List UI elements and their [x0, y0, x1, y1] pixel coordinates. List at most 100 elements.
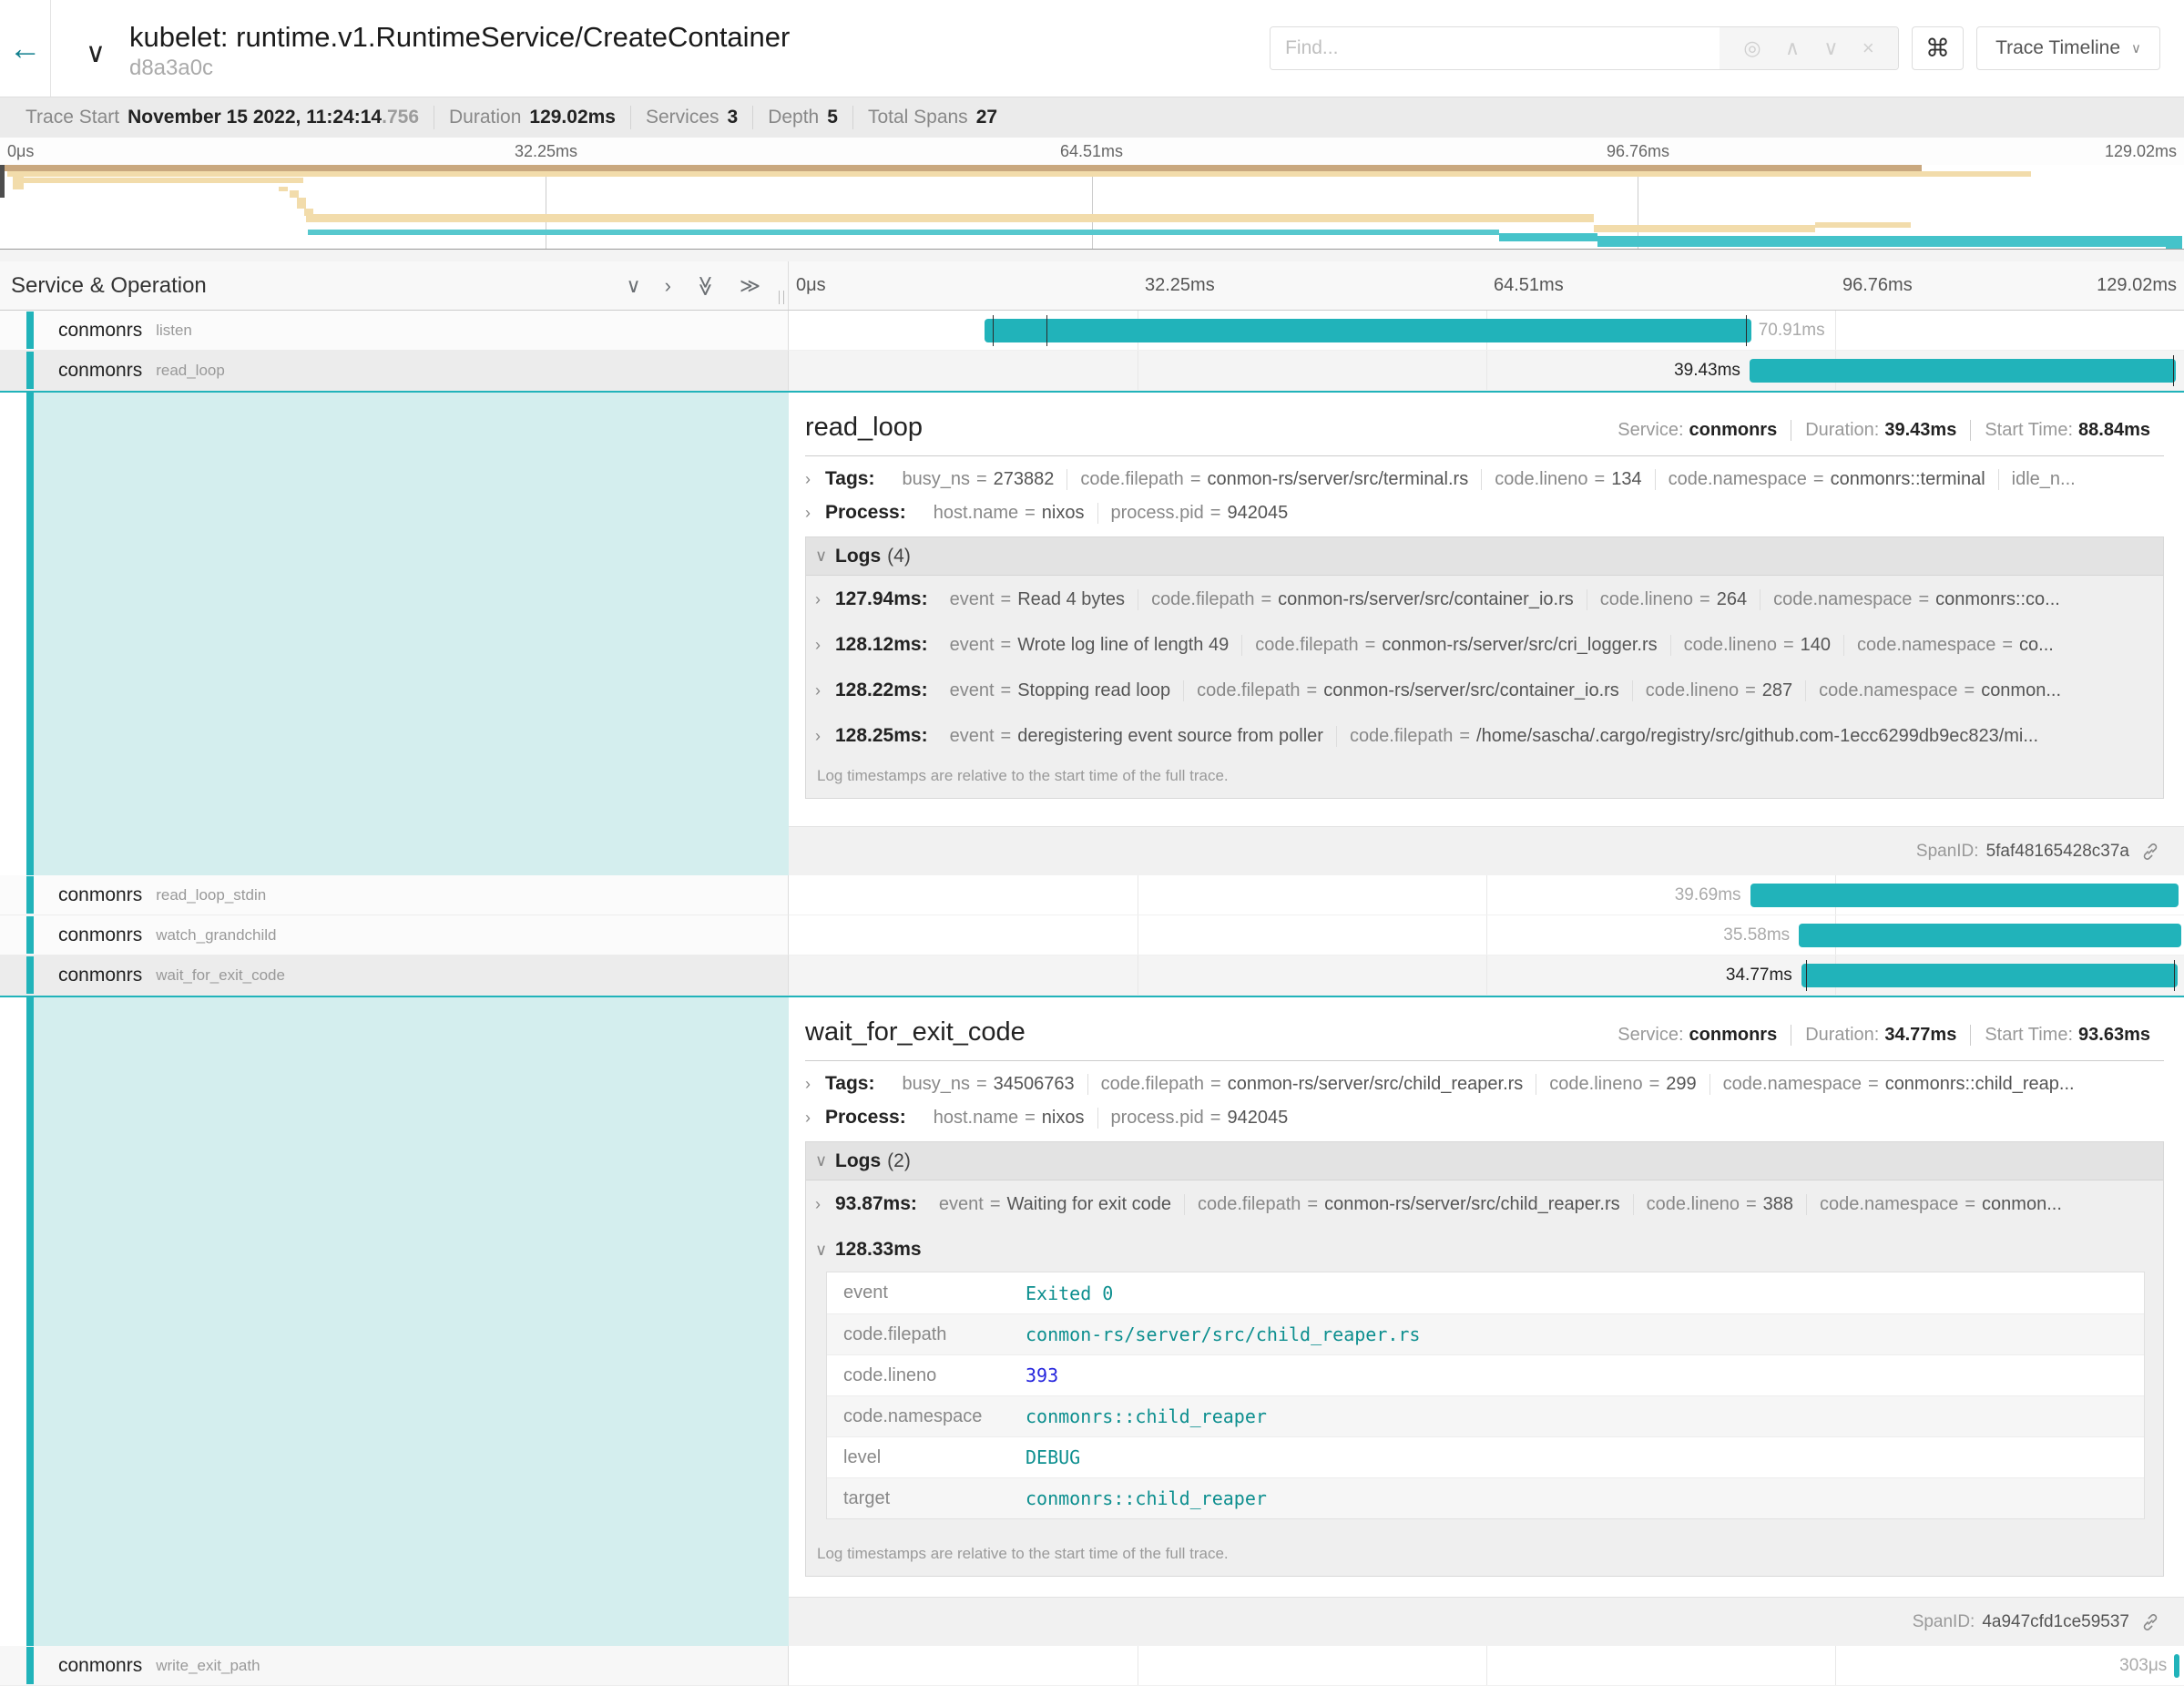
log-entry[interactable]: › 128.12ms: event=Wrote log line of leng…	[806, 621, 2163, 667]
table-row: event Exited 0	[827, 1272, 2144, 1313]
table-row: level DEBUG	[827, 1436, 2144, 1477]
detail-service: Service:conmonrs	[1604, 1025, 1791, 1046]
column-resize-handle[interactable]	[779, 291, 784, 304]
find-input[interactable]	[1271, 27, 1720, 69]
span-bar[interactable]	[1799, 924, 2181, 947]
log-entry-expanded[interactable]: ∨ 128.33ms	[806, 1226, 2163, 1262]
span-row-watch-grandchild[interactable]: conmonrs watch_grandchild 35.58ms	[0, 915, 2184, 955]
span-detail-indent-panel	[0, 393, 789, 875]
link-icon[interactable]	[2140, 1612, 2160, 1632]
span-row-wait-for-exit-code[interactable]: conmonrs wait_for_exit_code 34.77ms	[0, 955, 2184, 996]
back-arrow-icon[interactable]: ←	[9, 29, 42, 67]
chevron-right-icon: ›	[805, 470, 825, 489]
tick-label: 32.25ms	[515, 142, 577, 161]
collapse-all-icon[interactable]: ≫	[693, 275, 717, 296]
span-operation: write_exit_path	[156, 1657, 260, 1675]
span-row-read-loop-stdin[interactable]: conmonrs read_loop_stdin 39.69ms	[0, 875, 2184, 915]
span-id-row: SpanID:4a947cfd1ce59537	[789, 1597, 2184, 1646]
span-bar[interactable]	[985, 319, 1751, 342]
minimap-gap	[0, 250, 2184, 261]
minimap-span	[306, 214, 1594, 222]
tick-label: 64.51ms	[1060, 142, 1123, 161]
process-row[interactable]: › Process: host.name=nixos process.pid=9…	[805, 502, 2164, 524]
minimap-span	[0, 165, 1922, 171]
expand-one-icon[interactable]: ›	[665, 274, 671, 298]
span-row-write-exit-path[interactable]: conmonrs write_exit_path 303μs	[0, 1646, 2184, 1686]
chevron-right-icon: ›	[805, 1075, 825, 1094]
tags-row[interactable]: › Tags: busy_ns=273882 code.filepath=con…	[805, 468, 2164, 490]
view-selector-label: Trace Timeline	[1995, 37, 2120, 59]
log-entry[interactable]: › 93.87ms: event=Waiting for exit code c…	[806, 1180, 2163, 1226]
minimap-span	[1597, 236, 2175, 247]
logs-header[interactable]: ∨ Logs(2)	[806, 1142, 2163, 1180]
span-bar[interactable]	[1801, 964, 2178, 987]
link-icon[interactable]	[2140, 842, 2160, 862]
find-prev-icon[interactable]: ∧	[1785, 36, 1800, 60]
page-header: ← ∨ kubelet: runtime.v1.RuntimeService/C…	[0, 0, 2184, 97]
log-entry[interactable]: › 128.25ms: event=deregistering event so…	[806, 712, 2163, 758]
keyboard-shortcuts-button[interactable]: ⌘	[1912, 26, 1964, 70]
expand-all-icon[interactable]: ≫	[740, 274, 760, 298]
span-detail-indent-panel	[0, 997, 789, 1646]
trace-minimap[interactable]	[0, 165, 2184, 250]
trace-id: d8a3a0c	[129, 56, 790, 81]
service-operation-header: Service & Operation	[0, 273, 207, 299]
minimap-span	[2166, 236, 2182, 249]
logs-section: ∨ Logs(4) › 127.94ms: event=Read 4 bytes…	[805, 536, 2164, 799]
span-row-read-loop[interactable]: conmonrs read_loop 39.43ms	[0, 351, 2184, 391]
tags-row[interactable]: › Tags: busy_ns=34506763 code.filepath=c…	[805, 1073, 2164, 1095]
find-box: ◎ ∧ ∨ ×	[1270, 26, 1899, 70]
log-entry[interactable]: › 127.94ms: event=Read 4 bytes code.file…	[806, 576, 2163, 621]
find-next-icon[interactable]: ∨	[1823, 36, 1838, 60]
trace-depth: Depth5	[752, 106, 852, 129]
view-selector-button[interactable]: Trace Timeline ∨	[1976, 26, 2160, 70]
span-detail-wait-for-exit-code: wait_for_exit_code Service:conmonrs Dura…	[0, 997, 2184, 1646]
logs-note: Log timestamps are relative to the start…	[806, 1536, 2163, 1576]
trace-total-spans: Total Spans27	[852, 106, 1012, 129]
span-color-accent	[26, 956, 34, 994]
tick-label: 129.02ms	[2097, 275, 2177, 296]
span-bar[interactable]	[1750, 359, 2176, 383]
tick-label: 96.76ms	[1842, 275, 1913, 296]
tick-label: 129.02ms	[2105, 142, 2177, 161]
chevron-down-icon: ∨	[2131, 40, 2141, 56]
chevron-right-icon: ›	[805, 1109, 825, 1128]
minimap-scrubber-handle[interactable]	[0, 165, 5, 198]
table-row: code.namespace conmonrs::child_reaper	[827, 1395, 2144, 1436]
chevron-right-icon: ›	[815, 727, 835, 746]
span-service: conmonrs	[58, 320, 142, 342]
trace-services: Services3	[630, 106, 752, 129]
span-id-value: 5faf48165428c37a	[1986, 842, 2129, 862]
log-fields-table: event Exited 0 code.filepath conmon-rs/s…	[826, 1272, 2145, 1519]
logs-header[interactable]: ∨ Logs(4)	[806, 537, 2163, 576]
chevron-right-icon: ›	[815, 636, 835, 655]
find-target-icon[interactable]: ◎	[1743, 36, 1760, 60]
tick-label: 32.25ms	[1145, 275, 1215, 296]
span-duration-label: 39.69ms	[1675, 885, 1741, 905]
minimap-span	[1815, 222, 1911, 228]
span-duration-label: 39.43ms	[1674, 361, 1740, 381]
logs-note: Log timestamps are relative to the start…	[806, 758, 2163, 798]
span-color-accent	[26, 916, 34, 954]
span-bar[interactable]	[1750, 884, 2179, 907]
span-row-listen[interactable]: conmonrs listen 70.91ms	[0, 311, 2184, 351]
span-operation: listen	[156, 322, 192, 340]
tick-label: 96.76ms	[1607, 142, 1669, 161]
minimap-span	[290, 190, 299, 198]
tick-label: 0μs	[796, 275, 826, 296]
trace-duration: Duration129.02ms	[434, 106, 630, 129]
span-service: conmonrs	[58, 925, 142, 946]
detail-start-time: Start Time:93.63ms	[1970, 1025, 2164, 1046]
minimap-span	[308, 230, 1499, 235]
trace-title-chevron-icon[interactable]: ∨	[86, 37, 106, 69]
detail-duration: Duration:39.43ms	[1791, 420, 1970, 441]
span-duration-label: 34.77ms	[1726, 966, 1792, 986]
log-entry[interactable]: › 128.22ms: event=Stopping read loop cod…	[806, 667, 2163, 712]
span-bar[interactable]	[2174, 1654, 2179, 1678]
process-row[interactable]: › Process: host.name=nixos process.pid=9…	[805, 1107, 2164, 1129]
table-row: code.lineno 393	[827, 1354, 2144, 1395]
tick-label: 0μs	[7, 142, 34, 161]
find-clear-icon[interactable]: ×	[1863, 36, 1874, 60]
collapse-one-icon[interactable]: ∨	[627, 274, 641, 298]
span-duration-label: 35.58ms	[1723, 925, 1790, 945]
